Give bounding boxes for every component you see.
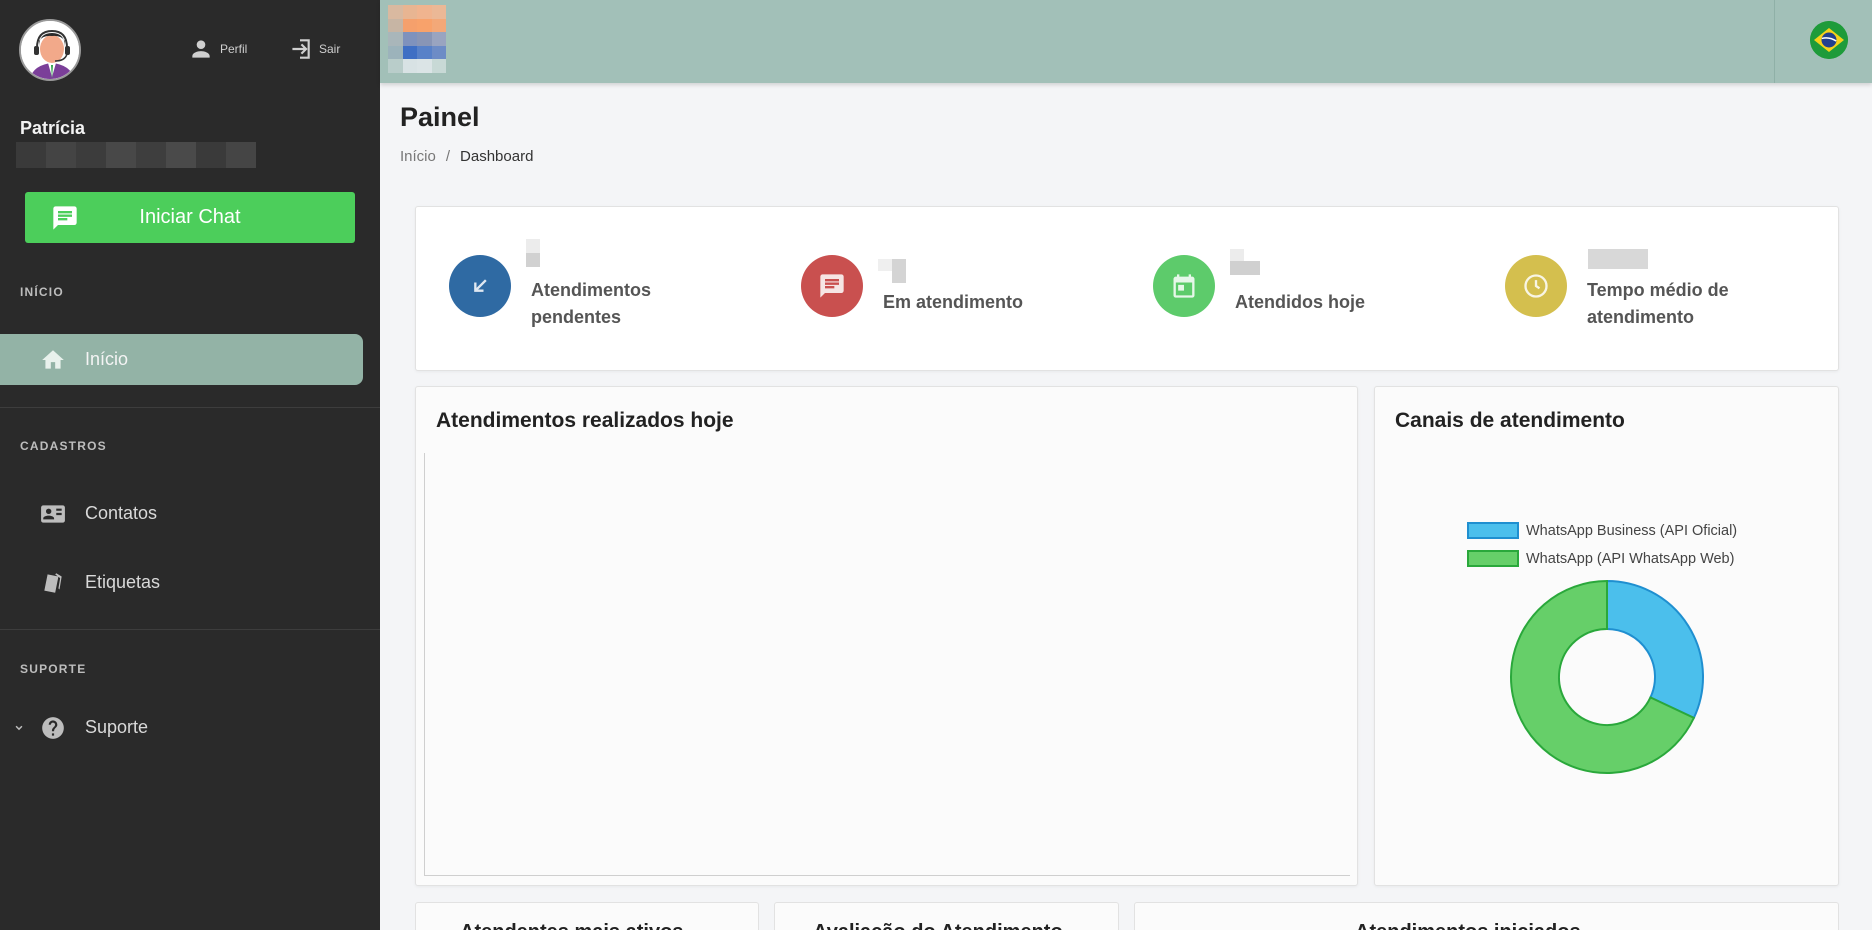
stat-pending: Atendimentos pendentes <box>416 207 768 372</box>
company-logo-redacted[interactable] <box>388 5 446 73</box>
sidebar-divider <box>0 629 380 630</box>
card-title: Avaliação do Atendimento <box>813 921 1063 930</box>
stat-value-redacted <box>526 239 540 253</box>
section-title-cadastros: CADASTROS <box>20 439 107 453</box>
topbar-divider <box>1774 0 1775 83</box>
top-bar <box>380 0 1872 83</box>
help-icon <box>42 716 64 739</box>
section-title-suporte: SUPORTE <box>20 662 87 676</box>
sidebar-item-label: Contatos <box>85 503 158 523</box>
headset-agent-avatar <box>21 21 79 79</box>
sidebar-item-inicio[interactable]: Início <box>0 334 363 385</box>
section-title-inicio: INÍCIO <box>20 285 64 299</box>
sidebar-item-label: Início <box>85 349 129 369</box>
sidebar-item-contatos[interactable]: Contatos <box>0 488 363 539</box>
card-title: Atendentes mais ativos <box>460 921 683 930</box>
donut-slice-0[interactable] <box>1606 579 1704 720</box>
stat-value-redacted <box>526 253 540 267</box>
stat-in-progress-badge <box>801 255 863 317</box>
card-title: Atendimentos realizados hoje <box>436 409 734 432</box>
breadcrumb-current: Dashboard <box>460 148 534 165</box>
stat-value-redacted <box>878 259 892 271</box>
stat-avg-time: Tempo médio de atendimento <box>1472 207 1838 372</box>
sidebar: Perfil Sair Patrícia Iniciar Chat INÍCIO… <box>0 0 380 930</box>
user-email-redacted <box>16 142 256 168</box>
start-chat-label: Iniciar Chat <box>139 206 241 228</box>
clock-icon <box>1524 274 1548 298</box>
today-chart-plot-area <box>424 453 1350 876</box>
breadcrumb-home[interactable]: Início <box>400 148 436 165</box>
sidebar-divider <box>0 407 380 408</box>
bottom-card-active-agents: Atendentes mais ativos <box>415 902 759 930</box>
page-title: Painel <box>400 102 480 132</box>
stat-label: Atendimentos pendentes <box>531 280 652 327</box>
logout-icon <box>292 39 310 59</box>
contact-card-icon <box>41 504 65 523</box>
stat-pending-badge <box>449 255 511 317</box>
stat-label: Atendidos hoje <box>1235 292 1365 312</box>
today-chart-card: Atendimentos realizados hoje <box>415 386 1358 886</box>
arrow-down-left-icon <box>474 279 487 292</box>
start-chat-button[interactable]: Iniciar Chat <box>25 192 355 243</box>
stat-label: Tempo médio de atendimento <box>1587 280 1729 327</box>
stat-served-today: Atendidos hoje <box>1120 207 1472 372</box>
chevron-down-icon <box>15 725 23 730</box>
breadcrumb-separator: / <box>445 148 451 165</box>
bottom-card-rating: Avaliação do Atendimento <box>774 902 1119 930</box>
stat-label: Em atendimento <box>883 292 1024 312</box>
language-selector[interactable] <box>1810 21 1848 59</box>
profile-link-label: Perfil <box>220 42 248 56</box>
stat-value-redacted <box>892 259 906 283</box>
user-name: Patrícia <box>20 118 86 138</box>
tags-icon <box>44 572 62 593</box>
stat-value-redacted <box>1230 261 1260 275</box>
sidebar-item-label: Etiquetas <box>85 572 161 592</box>
stat-value-redacted <box>1230 249 1244 261</box>
card-title: Atendimentos iniciados <box>1355 921 1581 930</box>
stats-card: Atendimentos pendentes Em atendimento At… <box>415 206 1839 371</box>
sidebar-item-etiquetas[interactable]: Etiquetas <box>0 557 363 608</box>
stat-served-badge <box>1153 255 1215 317</box>
user-icon <box>192 40 210 58</box>
stat-value-redacted <box>1588 249 1648 269</box>
user-avatar[interactable] <box>19 19 81 81</box>
sidebar-item-suporte[interactable]: Suporte <box>0 702 363 753</box>
channels-donut-chart <box>1510 579 1704 774</box>
home-icon <box>42 349 64 369</box>
logout-link[interactable]: Sair <box>287 36 340 62</box>
logout-link-label: Sair <box>319 42 341 56</box>
breadcrumb: Início / Dashboard <box>400 148 533 165</box>
sidebar-item-label: Suporte <box>85 717 149 737</box>
channels-chart-card: Canais de atendimento WhatsApp Business … <box>1374 386 1839 886</box>
bottom-card-started: Atendimentos iniciados <box>1134 902 1839 930</box>
profile-link[interactable]: Perfil <box>188 36 247 62</box>
calendar-icon <box>1173 274 1195 298</box>
stat-avg-time-badge <box>1505 255 1567 317</box>
stat-in-progress: Em atendimento <box>768 207 1120 372</box>
brazil-flag-icon <box>1810 21 1848 59</box>
chat-icon <box>820 274 844 298</box>
